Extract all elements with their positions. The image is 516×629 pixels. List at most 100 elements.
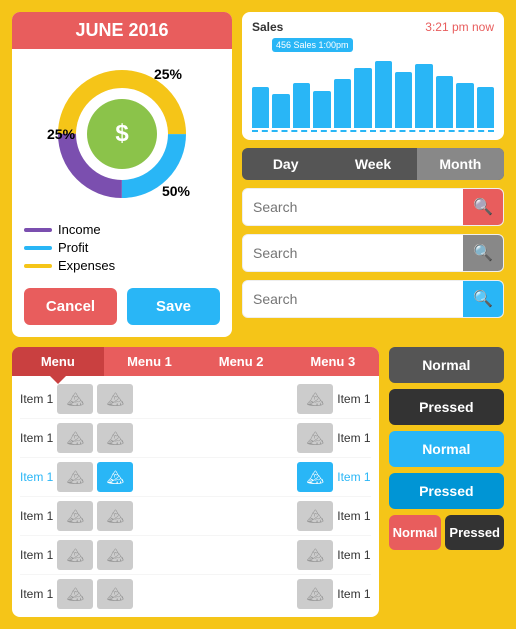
menu-bar: Menu Menu 1 Menu 2 Menu 3 (12, 347, 379, 376)
img-5b: 🏔 (97, 579, 133, 609)
img-4a: 🏔 (57, 540, 93, 570)
search-input-2[interactable] (243, 237, 463, 269)
list-row-3: Item 1 🏔 🏔 🏔 Item 1 (20, 497, 371, 536)
list-area: Item 1 🏔 🏔 🏔 Item 1 Item 1 🏔 🏔 🏔 Item 1 (12, 376, 379, 617)
item-label-1: Item 1 (20, 431, 53, 445)
legend-income-dot (24, 228, 52, 232)
normal-button-1[interactable]: Normal (389, 347, 504, 383)
bar-6 (354, 68, 371, 128)
bar-label: 456 Sales 1:00pm (272, 38, 353, 52)
chart-box: Sales 3:21 pm now 456 Sales 1:00pm (242, 12, 504, 140)
bar-5 (334, 79, 351, 128)
menu-item-1[interactable]: Menu 1 (104, 347, 196, 376)
tab-day[interactable]: Day (242, 148, 329, 180)
bar-10 (436, 76, 453, 129)
bar-1 (252, 87, 269, 128)
tab-month[interactable]: Month (417, 148, 504, 180)
chart-time: 3:21 pm now (425, 20, 494, 34)
donut-center-icon: $ (87, 99, 157, 169)
chart-title: Sales (252, 20, 283, 34)
bar-4 (313, 91, 330, 129)
img-3a: 🏔 (57, 501, 93, 531)
legend-profit-dot (24, 246, 52, 250)
search-input-3[interactable] (243, 283, 463, 315)
search-row-1: 🔍 (242, 188, 504, 226)
item-right-label-1: Item 1 (337, 431, 370, 445)
list-row-1: Item 1 🏔 🏔 🏔 Item 1 (20, 419, 371, 458)
bar-8 (395, 72, 412, 128)
tab-week[interactable]: Week (329, 148, 416, 180)
search-row-2: 🔍 (242, 234, 504, 272)
bar-3 (293, 83, 310, 128)
list-row-4: Item 1 🏔 🏔 🏔 Item 1 (20, 536, 371, 575)
chart-dashed-line (252, 130, 494, 132)
pct-left: 25% (47, 126, 75, 142)
item-label-0: Item 1 (20, 392, 53, 406)
img-3b: 🏔 (97, 501, 133, 531)
item-right-label-4: Item 1 (337, 548, 370, 562)
item-right-label-2: Item 1 (337, 470, 370, 484)
img-2a: 🏔 (57, 462, 93, 492)
item-label-2: Item 1 (20, 470, 53, 484)
img-5a: 🏔 (57, 579, 93, 609)
chart-legend: Income Profit Expenses (24, 219, 220, 276)
action-buttons: Cancel Save (24, 288, 220, 325)
legend-expenses: Expenses (24, 258, 220, 273)
pct-top: 25% (154, 66, 182, 82)
img-0a: 🏔 (57, 384, 93, 414)
menu-item-0[interactable]: Menu (12, 347, 104, 376)
img-0c: 🏔 (297, 384, 333, 414)
search-button-3[interactable]: 🔍 (463, 281, 503, 317)
main-container: JUNE 2016 $ 25% 25% 50% Income (0, 0, 516, 629)
img-1a: 🏔 (57, 423, 93, 453)
img-2b: 🏔 (97, 462, 133, 492)
img-1b: 🏔 (97, 423, 133, 453)
bar-7 (375, 61, 392, 129)
bottom-right-buttons: Normal Pressed Normal Pressed Normal Pre… (389, 347, 504, 617)
search-row-3: 🔍 (242, 280, 504, 318)
tab-row: Day Week Month (242, 148, 504, 180)
menu-item-2[interactable]: Menu 2 (195, 347, 287, 376)
pressed-button-2[interactable]: Pressed (389, 473, 504, 509)
list-row-2: Item 1 🏔 🏔 🏔 Item 1 (20, 458, 371, 497)
list-row-0: Item 1 🏔 🏔 🏔 Item 1 (20, 380, 371, 419)
legend-expenses-dot (24, 264, 52, 268)
normal-button-2[interactable]: Normal (389, 431, 504, 467)
item-label-5: Item 1 (20, 587, 53, 601)
cancel-button[interactable]: Cancel (24, 288, 117, 325)
btn-pair: Normal Pressed (389, 515, 504, 550)
legend-expenses-label: Expenses (58, 258, 115, 273)
bar-11 (456, 83, 473, 128)
img-1c: 🏔 (297, 423, 333, 453)
legend-income: Income (24, 222, 220, 237)
pressed-button-1[interactable]: Pressed (389, 389, 504, 425)
bar-12 (477, 87, 494, 128)
legend-income-label: Income (58, 222, 101, 237)
bar-chart: 456 Sales 1:00pm (252, 38, 494, 128)
item-label-4: Item 1 (20, 548, 53, 562)
img-5c: 🏔 (297, 579, 333, 609)
pressed-button-3[interactable]: Pressed (445, 515, 504, 550)
panel-header: JUNE 2016 (12, 12, 232, 49)
search-input-1[interactable] (243, 191, 463, 223)
bottom-section: Menu Menu 1 Menu 2 Menu 3 Item 1 🏔 🏔 🏔 I… (12, 347, 504, 617)
item-right-label-0: Item 1 (337, 392, 370, 406)
item-right-label-5: Item 1 (337, 587, 370, 601)
img-4c: 🏔 (297, 540, 333, 570)
search-button-2[interactable]: 🔍 (463, 235, 503, 271)
legend-profit-label: Profit (58, 240, 88, 255)
img-0b: 🏔 (97, 384, 133, 414)
search-button-1[interactable]: 🔍 (463, 189, 503, 225)
donut-chart: $ 25% 25% 50% (52, 64, 192, 204)
img-4b: 🏔 (97, 540, 133, 570)
legend-profit: Profit (24, 240, 220, 255)
left-panel: JUNE 2016 $ 25% 25% 50% Income (12, 12, 232, 337)
chart-header: Sales 3:21 pm now (252, 20, 494, 34)
bottom-left-panel: Menu Menu 1 Menu 2 Menu 3 Item 1 🏔 🏔 🏔 I… (12, 347, 379, 617)
menu-item-3[interactable]: Menu 3 (287, 347, 379, 376)
item-right-label-3: Item 1 (337, 509, 370, 523)
save-button[interactable]: Save (127, 288, 220, 325)
normal-button-3[interactable]: Normal (389, 515, 442, 550)
bar-9 (415, 64, 432, 128)
right-panel: Sales 3:21 pm now 456 Sales 1:00pm (242, 12, 504, 337)
